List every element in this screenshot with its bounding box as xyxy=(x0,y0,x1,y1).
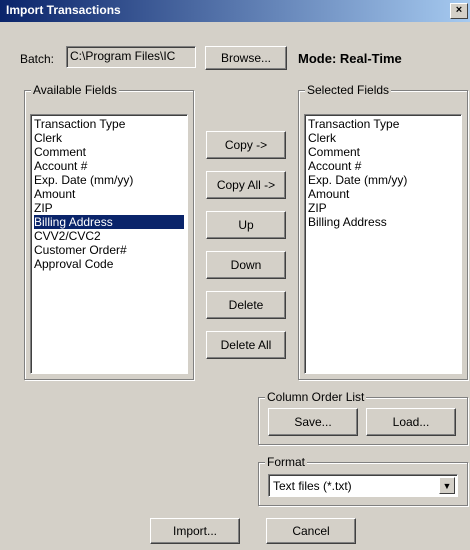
window-title: Import Transactions xyxy=(6,3,121,17)
list-item[interactable]: Account # xyxy=(34,159,184,173)
browse-button[interactable]: Browse... xyxy=(205,46,287,70)
available-fields-list[interactable]: Transaction Type Clerk Comment Account # Exp… xyxy=(30,114,188,374)
cancel-button[interactable]: Cancel xyxy=(266,518,356,544)
delete-button[interactable]: Delete xyxy=(206,291,286,319)
column-order-legend: Column Order List xyxy=(265,390,367,404)
available-fields-legend: Available Fields xyxy=(31,83,119,97)
title-bar: Import Transactions × xyxy=(0,0,470,22)
list-item[interactable]: Comment xyxy=(308,145,458,159)
list-item[interactable]: Transaction Type xyxy=(308,117,458,131)
batch-label: Batch: xyxy=(20,52,55,66)
list-item[interactable]: ZIP xyxy=(308,201,458,215)
list-item[interactable]: Billing Address xyxy=(34,215,184,229)
format-select[interactable]: Text files (*.txt) ▼ xyxy=(268,474,458,497)
chevron-down-icon[interactable]: ▼ xyxy=(439,477,455,494)
mode-label: Mode: Real-Time xyxy=(298,51,402,66)
batch-path-field[interactable]: C:\Program Files\IC xyxy=(66,46,196,68)
save-button[interactable]: Save... xyxy=(268,408,358,436)
list-item[interactable]: Account # xyxy=(308,159,458,173)
list-item[interactable]: Clerk xyxy=(34,131,184,145)
list-item[interactable]: Billing Address xyxy=(308,215,458,229)
format-legend: Format xyxy=(265,455,308,469)
format-select-value: Text files (*.txt) xyxy=(273,479,352,493)
load-button[interactable]: Load... xyxy=(366,408,456,436)
list-item[interactable]: Comment xyxy=(34,145,184,159)
down-button[interactable]: Down xyxy=(206,251,286,279)
list-item[interactable]: Transaction Type xyxy=(34,117,184,131)
up-button[interactable]: Up xyxy=(206,211,286,239)
selected-fields-legend: Selected Fields xyxy=(305,83,392,97)
selected-fields-list[interactable]: Transaction Type Clerk Comment Account # Exp… xyxy=(304,114,462,374)
list-item[interactable]: Customer Order# xyxy=(34,243,184,257)
copy-all-button[interactable]: Copy All -> xyxy=(206,171,286,199)
list-item[interactable]: Amount xyxy=(308,187,458,201)
delete-all-button[interactable]: Delete All xyxy=(206,331,286,359)
list-item[interactable]: Clerk xyxy=(308,131,458,145)
copy-button[interactable]: Copy -> xyxy=(206,131,286,159)
list-item[interactable]: Amount xyxy=(34,187,184,201)
list-item[interactable]: ZIP xyxy=(34,201,184,215)
list-item[interactable]: Exp. Date (mm/yy) xyxy=(34,173,184,187)
close-button[interactable]: × xyxy=(450,3,468,19)
import-button[interactable]: Import... xyxy=(150,518,240,544)
list-item[interactable]: Exp. Date (mm/yy) xyxy=(308,173,458,187)
list-item[interactable]: CVV2/CVC2 xyxy=(34,229,184,243)
list-item[interactable]: Approval Code xyxy=(34,257,184,271)
